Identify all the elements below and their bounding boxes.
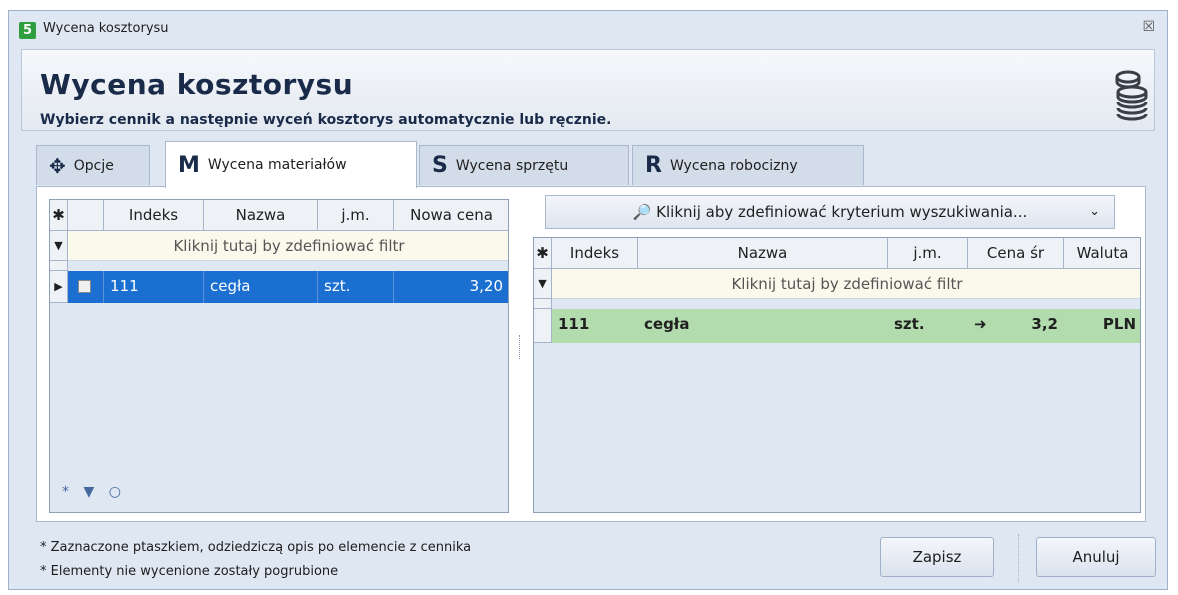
tab-wycena-materialow[interactable]: M Wycena materiałów [165, 141, 417, 188]
column-header-jm[interactable]: j.m. [318, 200, 394, 231]
column-header-indeks[interactable]: Indeks [552, 238, 638, 269]
chevron-down-icon: ⌄ [1089, 204, 1100, 219]
column-header-cena-sr[interactable]: Cena śr [968, 238, 1064, 269]
cell-jm[interactable]: szt. [888, 309, 968, 343]
tab-label: Wycena materiałów [207, 157, 347, 173]
filter-row[interactable]: Kliknij tutaj by zdefiniować filtr [552, 269, 1140, 299]
cell-indeks[interactable]: 111 [552, 309, 638, 343]
page-title: Wycena kosztorysu [40, 68, 354, 101]
row-separator [50, 261, 68, 271]
row-checkbox-cell[interactable] [68, 271, 104, 303]
app-icon: 5 [19, 22, 36, 39]
circle-icon[interactable]: ○ [109, 484, 121, 500]
cell-nowa-cena[interactable]: 3,20 [394, 271, 508, 303]
cell-indeks[interactable]: 111 [104, 271, 204, 303]
coins-icon [1115, 70, 1148, 121]
note-checked: * Zaznaczone ptaszkiem, odziedziczą opis… [40, 540, 472, 555]
cell-nazwa[interactable]: cegła [204, 271, 318, 303]
tab-label: Opcje [73, 157, 114, 174]
row-checkbox[interactable] [78, 280, 91, 293]
row-separator [534, 299, 552, 309]
header-panel: Wycena kosztorysu Wybierz cennik a nastę… [21, 49, 1155, 131]
gear-icon: ✥ [49, 153, 66, 178]
column-header-waluta[interactable]: Waluta [1064, 238, 1140, 269]
column-header-indeks[interactable]: Indeks [104, 200, 204, 231]
materials-grid: ✱ Indeks Nazwa j.m. Nowa cena ▼ Kliknij … [49, 199, 509, 513]
new-row-icon[interactable]: ✱ [50, 200, 68, 231]
cell-cena-sr[interactable]: 3,2 [1004, 309, 1064, 343]
footnotes: * Zaznaczone ptaszkiem, odziedziczą opis… [40, 536, 471, 584]
close-icon[interactable]: ☒ [1142, 19, 1155, 35]
price-list-grid: ✱ Indeks Nazwa j.m. Cena śr Waluta ▼ Kli… [533, 237, 1141, 513]
filter-row[interactable]: Kliknij tutaj by zdefiniować filtr [68, 231, 508, 261]
filter-row-icon: ▼ [534, 269, 552, 299]
tab-wycena-robocizny[interactable]: R Wycena robocizny [632, 145, 864, 185]
cell-waluta[interactable]: PLN [1064, 309, 1140, 343]
tab-label: Wycena robocizny [669, 157, 798, 174]
add-record-icon[interactable]: * [62, 484, 69, 500]
note-bold: * Elementy nie wycenione zostały pogrubi… [40, 564, 339, 579]
s-icon: S [432, 153, 448, 178]
arrow-right-icon: ➜ [968, 309, 1004, 343]
new-row-icon[interactable]: ✱ [534, 238, 552, 269]
column-header-nazwa[interactable]: Nazwa [204, 200, 318, 231]
tab-wycena-sprzetu[interactable]: S Wycena sprzętu [419, 145, 629, 185]
window-title: Wycena kosztorysu [43, 21, 169, 36]
checkbox-column-header [68, 200, 104, 231]
title-bar: 5 Wycena kosztorysu ☒ [9, 11, 1167, 49]
save-button[interactable]: Zapisz [880, 537, 994, 577]
page-subtitle: Wybierz cennik a następnie wyceń kosztor… [40, 112, 612, 128]
button-separator [1018, 534, 1019, 582]
r-icon: R [645, 153, 662, 178]
column-header-nazwa[interactable]: Nazwa [638, 238, 888, 269]
splitter-handle[interactable] [519, 335, 523, 359]
column-header-jm[interactable]: j.m. [888, 238, 968, 269]
m-icon: M [178, 152, 200, 178]
cell-jm[interactable]: szt. [318, 271, 394, 303]
search-criteria-button[interactable]: 🔎 Kliknij aby zdefiniować kryterium wysz… [545, 195, 1115, 229]
cancel-button[interactable]: Anuluj [1036, 537, 1156, 577]
current-row-indicator-icon: ▶ [50, 271, 68, 303]
tab-opcje[interactable]: ✥ Opcje [36, 145, 150, 185]
row-indicator [534, 309, 552, 343]
filter-icon[interactable]: ▼ [83, 484, 94, 500]
column-header-nowa-cena[interactable]: Nowa cena [394, 200, 508, 231]
filter-row-icon: ▼ [50, 231, 68, 261]
tab-panel: ✱ Indeks Nazwa j.m. Nowa cena ▼ Kliknij … [36, 186, 1146, 522]
tab-label: Wycena sprzętu [455, 157, 569, 174]
search-criteria-label: 🔎 Kliknij aby zdefiniować kryterium wysz… [632, 203, 1028, 221]
cell-nazwa[interactable]: cegła [638, 309, 888, 343]
grid-navigator: * ▼ ○ [62, 484, 506, 508]
